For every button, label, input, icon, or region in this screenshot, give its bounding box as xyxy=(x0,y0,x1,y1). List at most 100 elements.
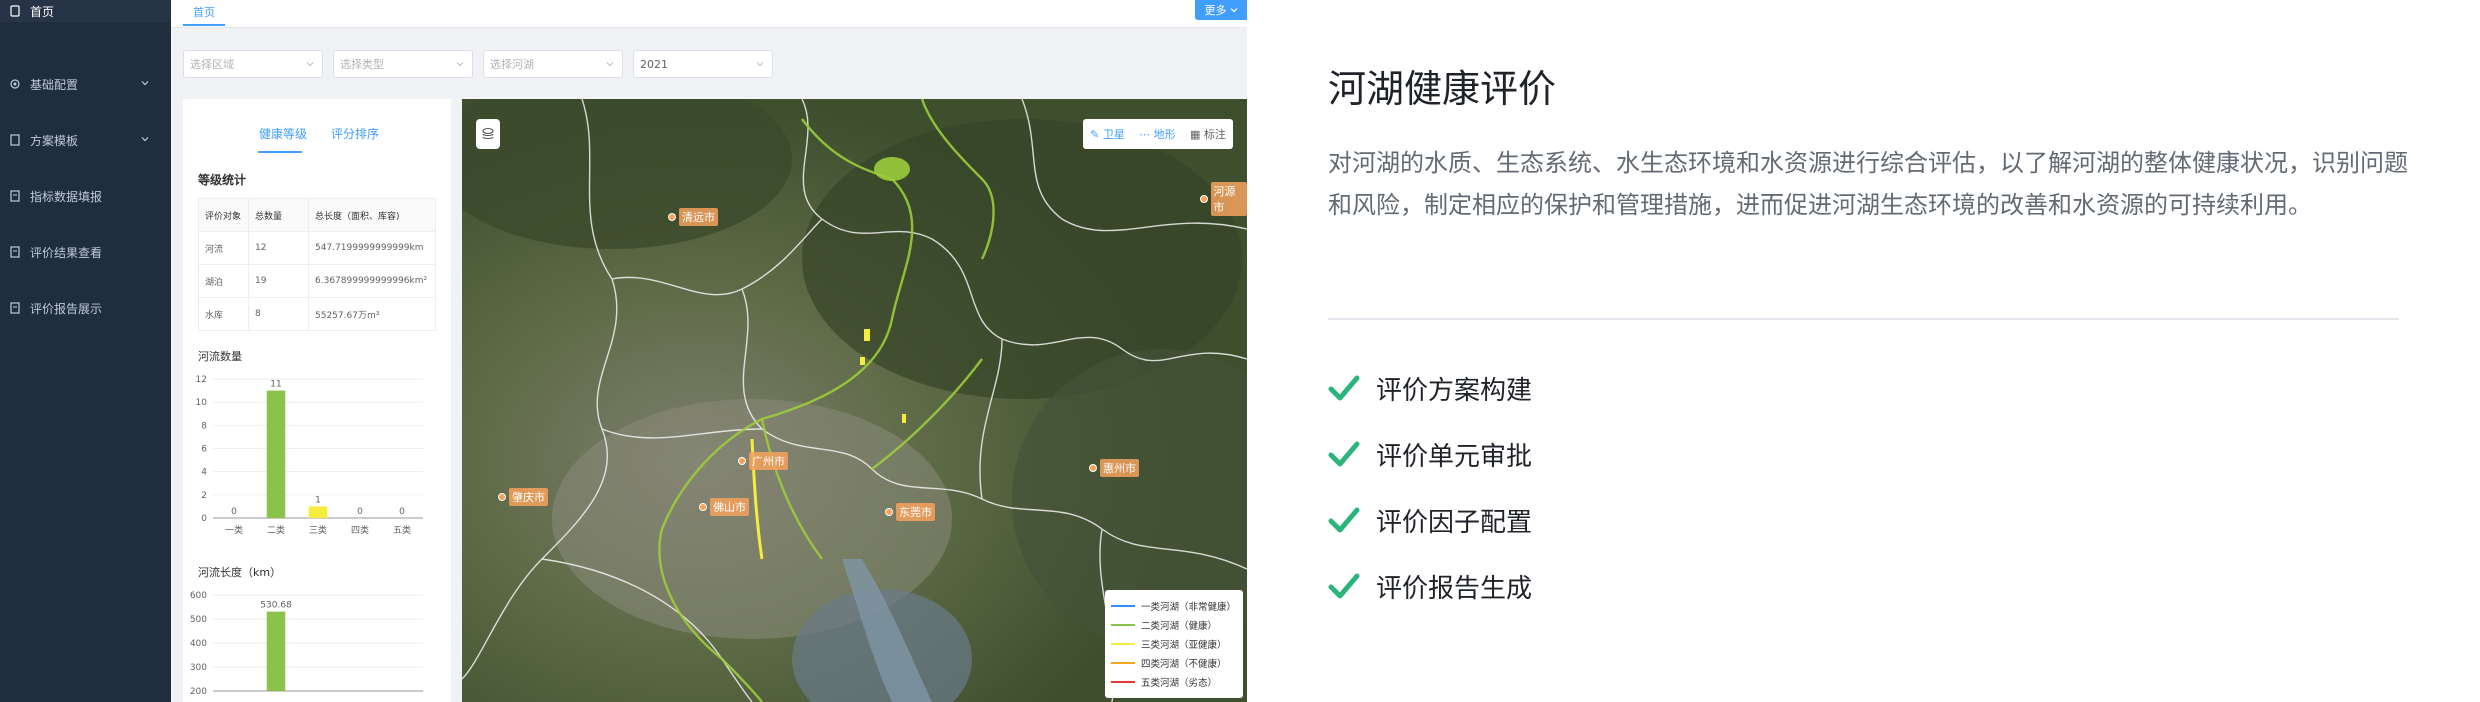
legend-swatch xyxy=(1111,661,1135,664)
tab-home[interactable]: 首页 xyxy=(183,0,225,26)
tab-bar: 首页 更多 xyxy=(171,0,1247,28)
feature-item: 评价单元审批 xyxy=(1328,434,1532,474)
legend-item: 二类河湖（健康） xyxy=(1111,615,1237,634)
bar xyxy=(266,390,286,518)
tab-health-level[interactable]: 健康等级 xyxy=(259,125,307,142)
table-cell: 湖泊 xyxy=(198,264,249,298)
map-legend: 一类河湖（非常健康） 二类河湖（健康） 三类河湖（亚健康） 四类河湖（不健康） … xyxy=(1105,590,1243,698)
map-annotation-toggle[interactable]: ▦ 标注 xyxy=(1190,126,1226,142)
bar xyxy=(308,506,328,518)
city-marker[interactable]: 惠州市 xyxy=(1089,459,1139,477)
tab-score-ranking[interactable]: 评分排序 xyxy=(331,125,379,142)
count-chart-title: 河流数量 xyxy=(198,350,242,363)
data-label: 0 xyxy=(399,507,405,517)
document-icon xyxy=(8,133,22,147)
table-cell: 55257.67万m³ xyxy=(308,297,436,331)
check-icon xyxy=(1328,573,1360,599)
type-select-placeholder: 选择类型 xyxy=(340,58,384,71)
screenshot-root: 首页 基础配置 方案模板 指标数据填报 评价结果查看 评价报告展示 首页 更多 … xyxy=(0,0,2480,702)
table-cell: 水库 xyxy=(198,297,249,331)
river-count-chart: 0 2 4 6 8 10 12 一类 0 二类 11 三类 1 四类 0 五类 0 xyxy=(196,375,423,536)
city-marker[interactable]: 广州市 xyxy=(738,452,788,470)
city-marker[interactable]: 清远市 xyxy=(668,208,718,226)
data-label: 11 xyxy=(270,380,281,390)
y-tick-label: 4 xyxy=(201,468,207,478)
map-satellite-toggle[interactable]: ✎ 卫星 xyxy=(1090,126,1125,142)
y-tick-label: 8 xyxy=(201,421,207,431)
data-label: 0 xyxy=(357,507,363,517)
legend-item: 四类河湖（不健康） xyxy=(1111,653,1237,672)
sidebar-item-label: 评价结果查看 xyxy=(30,245,103,260)
type-select[interactable]: 选择类型 xyxy=(333,50,473,78)
layers-icon xyxy=(482,127,494,140)
map-annotation-label: 标注 xyxy=(1203,128,1226,141)
legend-label: 五类河湖（劣态） xyxy=(1141,677,1218,689)
legend-label: 三类河湖（亚健康） xyxy=(1141,639,1227,651)
marker-dot xyxy=(1089,464,1097,472)
check-icon xyxy=(1328,441,1360,467)
legend-label: 二类河湖（健康） xyxy=(1141,620,1218,632)
city-marker[interactable]: 河源市 xyxy=(1200,182,1247,216)
y-tick-label: 10 xyxy=(196,398,208,408)
sidebar-item-indicator-data[interactable]: 指标数据填报 xyxy=(0,168,171,224)
region-select-placeholder: 选择区域 xyxy=(190,58,234,71)
table-header: 评价对象 xyxy=(198,198,249,232)
bar xyxy=(266,611,286,691)
sidebar-item-label: 基础配置 xyxy=(30,77,79,92)
chevron-down-icon xyxy=(756,62,764,67)
map-terrain-toggle[interactable]: ⋯ 地形 xyxy=(1139,126,1176,142)
y-tick-label: 6 xyxy=(201,445,207,455)
year-select-value: 2021 xyxy=(640,57,668,71)
feature-label: 评价报告生成 xyxy=(1376,573,1533,604)
more-button[interactable]: 更多 xyxy=(1195,0,1247,20)
map-terrain-label: 地形 xyxy=(1153,128,1176,141)
city-marker[interactable]: 东莞市 xyxy=(885,503,935,521)
sidebar-item-home[interactable]: 首页 xyxy=(0,0,171,22)
sidebar-item-reports[interactable]: 评价报告展示 xyxy=(0,280,171,336)
feature-item: 评价因子配置 xyxy=(1328,500,1532,540)
river-select-placeholder: 选择河湖 xyxy=(490,58,534,71)
marker-dot xyxy=(885,508,893,516)
sidebar-item-plan-template[interactable]: 方案模板 xyxy=(0,112,171,168)
y-tick-label: 500 xyxy=(190,615,207,625)
legend-item: 一类河湖（非常健康） xyxy=(1111,596,1237,615)
data-label: 0 xyxy=(231,507,237,517)
active-tab-indicator xyxy=(258,151,302,153)
marker-dot xyxy=(738,457,746,465)
sidebar-item-label: 评价报告展示 xyxy=(30,301,103,316)
y-tick-label: 300 xyxy=(190,663,207,673)
feature-label: 评价方案构建 xyxy=(1376,375,1533,406)
layers-button[interactable] xyxy=(476,119,500,149)
sidebar-item-basic-config[interactable]: 基础配置 xyxy=(0,56,171,112)
marker-dot xyxy=(498,493,506,501)
length-chart-title: 河流长度（km） xyxy=(198,566,282,579)
sidebar-item-results[interactable]: 评价结果查看 xyxy=(0,224,171,280)
river-length-chart: 200 300 400 500 600 530.68 xyxy=(190,591,423,697)
check-icon xyxy=(1328,507,1360,533)
card-description: 对河湖的水质、生态系统、水生态环境和水资源进行综合评估，以了解河湖的整体健康状况… xyxy=(1328,149,2408,219)
x-tick-label: 四类 xyxy=(351,524,369,536)
table-cell: 12 xyxy=(248,231,309,265)
y-tick-label: 600 xyxy=(190,591,207,601)
marker-dot xyxy=(668,213,676,221)
legend-swatch xyxy=(1111,604,1135,607)
legend-label: 四类河湖（不健康） xyxy=(1141,658,1227,670)
y-tick-label: 12 xyxy=(196,375,207,385)
x-tick-label: 五类 xyxy=(393,524,411,536)
year-select[interactable]: 2021 xyxy=(633,50,773,78)
city-marker[interactable]: 佛山市 xyxy=(699,498,749,516)
city-label: 广州市 xyxy=(749,452,788,470)
table-cell: 547.7199999999999km xyxy=(308,231,436,265)
chevron-down-icon xyxy=(141,137,149,142)
river-select[interactable]: 选择河湖 xyxy=(483,50,623,78)
y-tick-label: 200 xyxy=(190,687,207,697)
y-tick-label: 0 xyxy=(201,514,207,524)
legend-item: 五类河湖（劣态） xyxy=(1111,672,1237,691)
sidebar-item-label: 首页 xyxy=(30,4,55,19)
satellite-map[interactable]: ✎ 卫星 ⋯ 地形 ▦ 标注 清远市 河源市 广州市 佛山市 东莞市 惠州市 肇… xyxy=(462,99,1247,702)
city-marker[interactable]: 肇庆市 xyxy=(498,488,548,506)
legend-label: 一类河湖（非常健康） xyxy=(1141,601,1237,613)
region-select[interactable]: 选择区域 xyxy=(183,50,323,78)
chevron-down-icon xyxy=(456,62,464,67)
legend-swatch xyxy=(1111,623,1135,626)
